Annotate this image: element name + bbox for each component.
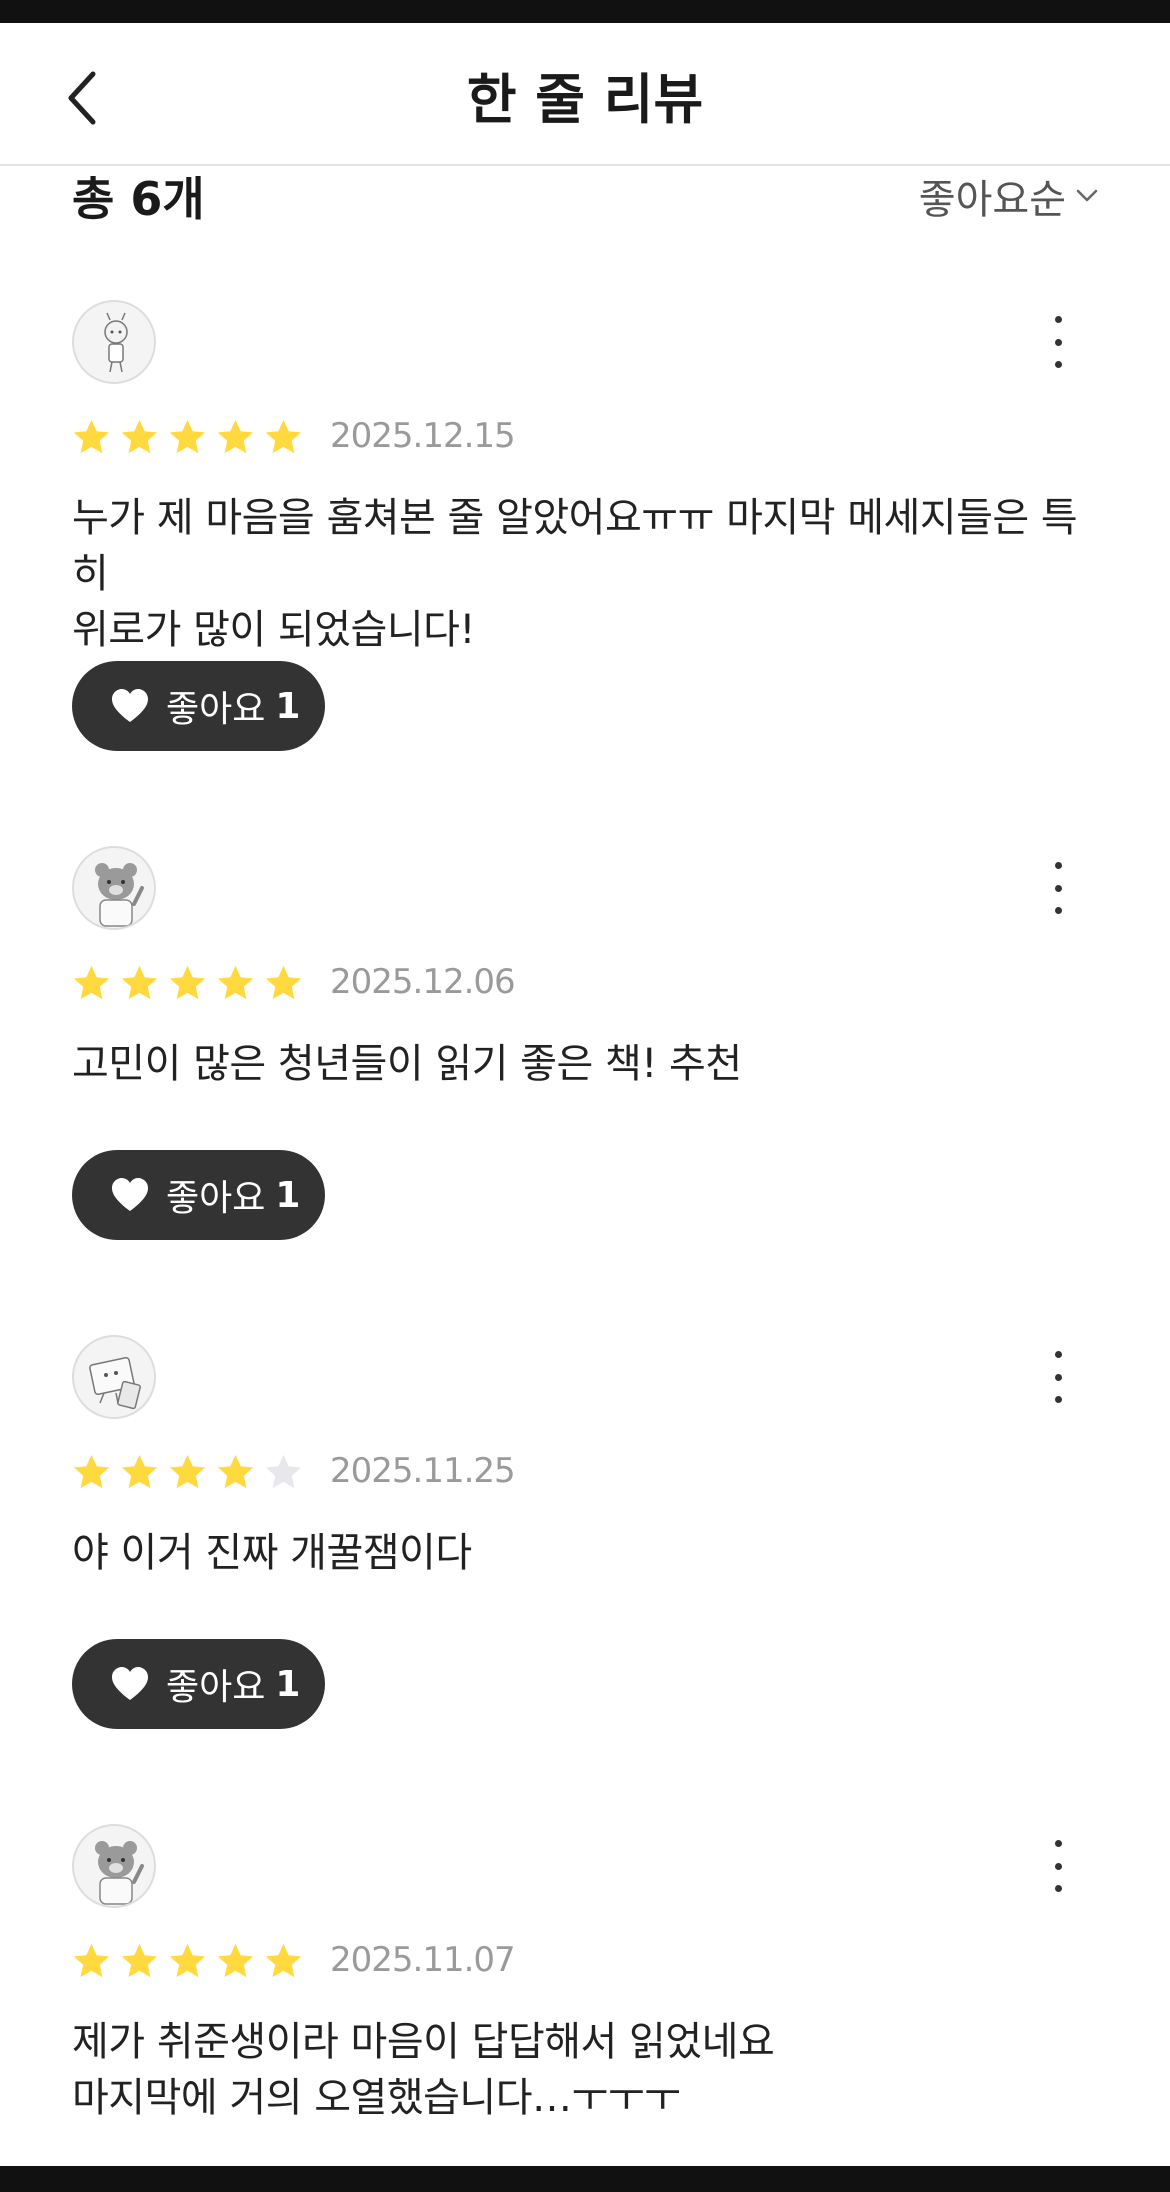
star-filled-icon — [217, 965, 254, 999]
star-filled-icon — [169, 965, 206, 999]
page-title: 한 줄 리뷰 — [466, 68, 704, 131]
like-button[interactable]: 좋아요 1 — [72, 1150, 325, 1240]
sort-dropdown[interactable]: 좋아요순 — [919, 168, 1098, 224]
rating-row: 2025.12.15 — [72, 408, 516, 464]
star-filled-icon — [265, 965, 302, 999]
like-count: 1 — [275, 685, 301, 727]
review-text: 야 이거 진짜 개꿀잼이다 — [72, 1530, 472, 1576]
star-empty-icon — [265, 1454, 302, 1488]
review-date: 2025.12.06 — [330, 962, 516, 1002]
like-label: 좋아요 — [166, 1667, 266, 1708]
rating-row: 2025.12.06 — [72, 954, 516, 1010]
star-filled-icon — [169, 419, 206, 453]
rating-row: 2025.11.25 — [72, 1443, 516, 1499]
star-filled-icon — [265, 1943, 302, 1977]
like-count: 1 — [275, 1663, 301, 1705]
more-options-button[interactable] — [1038, 1347, 1078, 1407]
bottom-bar — [0, 2166, 1170, 2192]
star-filled-icon — [121, 419, 158, 453]
more-options-button[interactable] — [1038, 1836, 1078, 1896]
review-text: 제가 취준생이라 마음이 답답해서 읽었네요 마지막에 거의 오열했습니다…ㅜㅜ… — [72, 2019, 775, 2121]
star-filled-icon — [217, 419, 254, 453]
sort-label: 좋아요순 — [918, 177, 1066, 223]
more-dots-icon — [1054, 862, 1062, 869]
more-dots-icon — [1054, 1351, 1062, 1358]
star-filled-icon — [73, 965, 110, 999]
star-filled-icon — [217, 1943, 254, 1977]
more-dots-icon — [1054, 316, 1062, 323]
heart-icon — [112, 1667, 148, 1700]
star-rating — [72, 1941, 303, 1980]
app-header: 한 줄 리뷰 — [0, 23, 1170, 166]
chevron-down-icon — [1076, 189, 1098, 202]
review-item: 2025.12.15 누가 제 마음을 훔쳐본 줄 알았어요ㅠㅠ 마지막 메세지… — [72, 300, 1098, 770]
bear-avatar[interactable] — [72, 846, 156, 930]
status-bar — [0, 0, 1170, 23]
review-text: 누가 제 마음을 훔쳐본 줄 알았어요ㅠㅠ 마지막 메세지들은 특히 위로가 많… — [72, 495, 1078, 653]
like-button[interactable]: 좋아요 1 — [72, 1639, 325, 1729]
like-label: 좋아요 — [166, 1178, 266, 1219]
rating-row: 2025.11.07 — [72, 1932, 516, 1988]
chevron-left-icon — [68, 71, 96, 125]
laptop-icon — [89, 1356, 141, 1410]
star-rating — [72, 417, 303, 456]
star-filled-icon — [217, 1454, 254, 1488]
review-date: 2025.11.07 — [330, 1940, 516, 1980]
review-count: 총 6개 — [72, 172, 205, 226]
review-date: 2025.11.25 — [330, 1451, 516, 1491]
star-filled-icon — [73, 1943, 110, 1977]
review-item: 2025.11.25 야 이거 진짜 개꿀잼이다 좋아요 1 — [72, 1335, 1098, 1755]
star-rating — [72, 1452, 303, 1491]
more-options-button[interactable] — [1038, 312, 1078, 372]
back-button[interactable] — [52, 63, 112, 133]
review-item: 2025.11.07 제가 취준생이라 마음이 답답해서 읽었네요 마지막에 거… — [72, 1824, 1098, 2164]
like-count: 1 — [275, 1174, 301, 1216]
bear-icon — [95, 863, 144, 927]
review-date: 2025.12.15 — [330, 416, 516, 456]
star-filled-icon — [73, 1454, 110, 1488]
star-filled-icon — [73, 419, 110, 453]
review-item: 2025.12.06 고민이 많은 청년들이 읽기 좋은 책! 추천 좋아요 1 — [72, 846, 1098, 1266]
star-filled-icon — [121, 1943, 158, 1977]
character-avatar[interactable] — [72, 300, 156, 384]
review-summary: 총 6개 좋아요순 — [72, 166, 1098, 256]
bear-avatar[interactable] — [72, 1824, 156, 1908]
character-icon — [104, 312, 128, 373]
like-label: 좋아요 — [166, 689, 266, 730]
bear-icon — [95, 1841, 144, 1905]
star-filled-icon — [121, 1454, 158, 1488]
heart-icon — [112, 1178, 148, 1211]
star-filled-icon — [121, 965, 158, 999]
review-text: 고민이 많은 청년들이 읽기 좋은 책! 추천 — [72, 1041, 742, 1087]
like-button[interactable]: 좋아요 1 — [72, 661, 325, 751]
more-options-button[interactable] — [1038, 858, 1078, 918]
star-filled-icon — [265, 419, 302, 453]
more-dots-icon — [1054, 1840, 1062, 1847]
laptop-avatar[interactable] — [72, 1335, 156, 1419]
star-filled-icon — [169, 1454, 206, 1488]
star-filled-icon — [169, 1943, 206, 1977]
heart-icon — [112, 689, 148, 722]
star-rating — [72, 963, 303, 1002]
